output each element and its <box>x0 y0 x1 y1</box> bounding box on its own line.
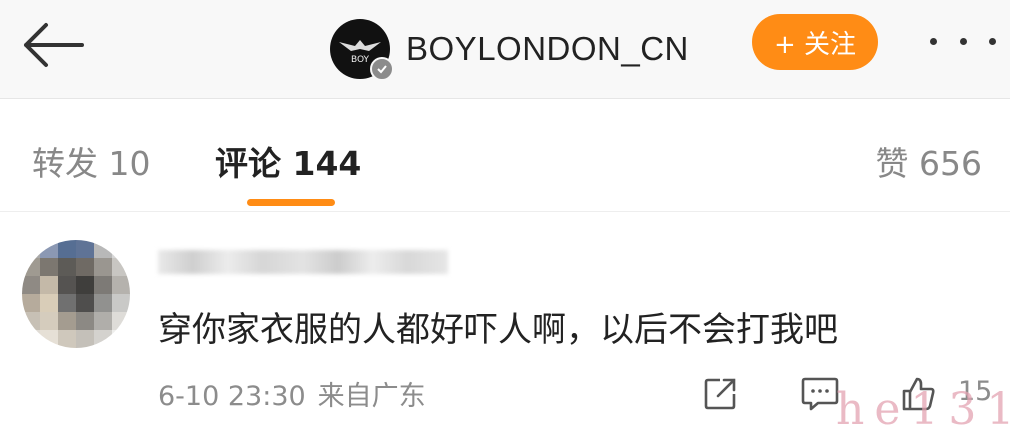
profile-header[interactable]: BOY BOYLONDON_CN <box>330 12 689 86</box>
tab-reposts[interactable]: 转发 10 <box>32 137 150 185</box>
tab-bar: 转发 10 评论 144 赞 656 <box>0 99 1010 212</box>
comment-time: 6-10 23:30 <box>158 381 306 412</box>
more-options-icon[interactable] <box>930 26 996 56</box>
thumbs-up-icon[interactable] <box>900 376 936 412</box>
like-count: 15 <box>958 376 993 407</box>
commenter-name-blurred[interactable] <box>158 250 448 274</box>
svg-text:BOY: BOY <box>351 55 370 65</box>
comment-icon[interactable] <box>800 376 840 412</box>
back-arrow-icon[interactable] <box>18 20 88 70</box>
follow-button[interactable]: + 关注 <box>752 14 878 70</box>
tab-comments[interactable]: 评论 144 <box>215 137 361 185</box>
top-bar: BOY BOYLONDON_CN + 关注 <box>0 0 1010 99</box>
commenter-avatar[interactable] <box>22 240 130 348</box>
comment-meta: 6-10 23:30 来自广东 <box>158 374 426 413</box>
share-icon[interactable] <box>702 376 738 412</box>
tab-likes[interactable]: 赞 656 <box>876 137 982 185</box>
avatar[interactable]: BOY <box>330 19 394 81</box>
comment-text: 穿你家衣服的人都好吓人啊，以后不会打我吧 <box>158 310 838 350</box>
verified-badge-icon <box>370 57 394 81</box>
comment-location: 来自广东 <box>317 381 426 412</box>
active-tab-indicator <box>247 199 335 206</box>
username[interactable]: BOYLONDON_CN <box>406 30 689 68</box>
